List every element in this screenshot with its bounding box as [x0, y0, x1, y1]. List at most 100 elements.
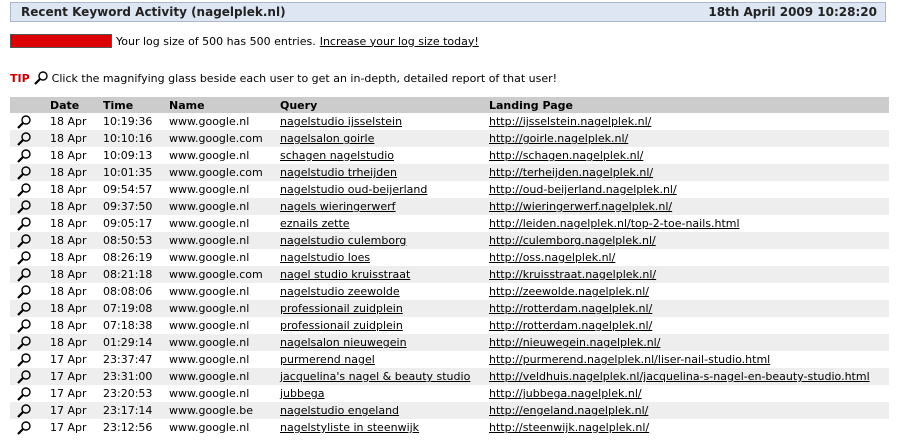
landing-page-link[interactable]: http://goirle.nagelplek.nl/ [489, 132, 628, 145]
magnifying-glass-icon[interactable] [16, 352, 32, 368]
table-row: 18 Apr 09:54:57 www.google.nl nagelstudio o… [10, 181, 889, 198]
query-link[interactable]: nagelstudio trheijden [280, 166, 397, 179]
row-date: 18 Apr [50, 130, 103, 147]
query-link[interactable]: nagelsalon goirle [280, 132, 374, 145]
query-link[interactable]: schagen nagelstudio [280, 149, 394, 162]
query-link[interactable]: nagelstudio engeland [280, 404, 399, 417]
magnifying-glass-icon[interactable] [16, 369, 32, 385]
magnifying-glass-icon[interactable] [16, 267, 32, 283]
row-query-cell: nagelsalon goirle [280, 130, 489, 147]
landing-page-link[interactable]: http://oss.nagelplek.nl/ [489, 251, 615, 264]
magnifying-glass-icon[interactable] [16, 182, 32, 198]
magnifying-glass-icon[interactable] [16, 114, 32, 130]
row-referrer: www.google.nl [169, 251, 250, 264]
magnifying-glass-icon[interactable] [16, 403, 32, 419]
row-landing-cell: http://ijsselstein.nagelplek.nl/ [489, 113, 889, 130]
row-landing-cell: http://rotterdam.nagelplek.nl/ [489, 300, 889, 317]
row-query-cell: purmerend nagel [280, 351, 489, 368]
row-query-cell: nagelstyliste in steenwijk [280, 419, 489, 436]
row-date: 18 Apr [50, 164, 103, 181]
row-date: 17 Apr [50, 387, 87, 400]
landing-page-link[interactable]: http://ijsselstein.nagelplek.nl/ [489, 115, 651, 128]
row-referrer: www.google.nl [169, 232, 280, 249]
row-time: 10:09:13 [103, 149, 153, 162]
query-link[interactable]: nagelstudio zeewolde [280, 285, 400, 298]
magnifying-glass-icon[interactable] [16, 284, 32, 300]
query-link[interactable]: nagelstyliste in steenwijk [280, 421, 419, 434]
row-detail-cell [10, 266, 50, 283]
query-link[interactable]: nagelstudio culemborg [280, 234, 406, 247]
row-date: 18 Apr [50, 183, 87, 196]
landing-page-link[interactable]: http://rotterdam.nagelplek.nl/ [489, 302, 652, 315]
landing-page-link[interactable]: http://rotterdam.nagelplek.nl/ [489, 319, 652, 332]
magnifying-glass-icon[interactable] [16, 216, 32, 232]
magnifying-glass-icon[interactable] [16, 420, 32, 436]
table-row: 18 Apr 10:10:16 www.google.com nagelsalon g… [10, 130, 889, 147]
tip-label: TIP [10, 71, 30, 85]
query-link[interactable]: purmerend nagel [280, 353, 375, 366]
landing-page-link[interactable]: http://culemborg.nagelplek.nl/ [489, 234, 656, 247]
row-time: 01:29:14 [103, 334, 169, 351]
magnifying-glass-icon[interactable] [16, 165, 32, 181]
row-referrer: www.google.nl [169, 368, 280, 385]
row-date: 17 Apr [50, 402, 103, 419]
row-query-cell: nagelstudio loes [280, 249, 489, 266]
row-referrer: www.google.nl [169, 334, 280, 351]
landing-page-link[interactable]: http://purmerend.nagelplek.nl/liser-nail… [489, 353, 770, 366]
landing-page-link[interactable]: http://kruisstraat.nagelplek.nl/ [489, 268, 656, 281]
query-link[interactable]: jacquelina's nagel & beauty studio [280, 370, 470, 383]
landing-page-link[interactable]: http://leiden.nagelplek.nl/top-2-toe-nai… [489, 217, 740, 230]
row-query-cell: nagelsalon nieuwegein [280, 334, 489, 351]
row-time: 08:50:53 [103, 232, 169, 249]
query-link[interactable]: professionail zuidplein [280, 319, 403, 332]
landing-page-link[interactable]: http://schagen.nagelplek.nl/ [489, 149, 643, 162]
landing-page-link[interactable]: http://steenwijk.nagelplek.nl/ [489, 421, 649, 434]
magnifying-glass-icon[interactable] [16, 301, 32, 317]
magnifying-glass-icon[interactable] [16, 131, 32, 147]
row-landing-cell: http://engeland.nagelplek.nl/ [489, 402, 889, 419]
query-link[interactable]: nagelsalon nieuwegein [280, 336, 407, 349]
row-time: 23:17:14 [103, 402, 169, 419]
row-referrer: www.google.nl [169, 183, 250, 196]
query-link[interactable]: nagelstudio ijsselstein [280, 115, 402, 128]
landing-page-link[interactable]: http://oud-beijerland.nagelplek.nl/ [489, 183, 677, 196]
landing-page-link[interactable]: http://wieringerwerf.nagelplek.nl/ [489, 200, 672, 213]
row-time: 23:20:53 [103, 387, 153, 400]
report-timestamp: 18th April 2009 10:28:20 [708, 5, 877, 19]
row-referrer: www.google.nl [169, 319, 250, 332]
landing-page-link[interactable]: http://terheijden.nagelplek.nl/ [489, 166, 653, 179]
increase-log-link[interactable]: Increase your log size today! [320, 35, 479, 48]
table-row: 17 Apr 23:12:56 www.google.nl nagelstyliste… [10, 419, 889, 436]
query-link[interactable]: nagels wieringerwerf [280, 200, 396, 213]
tip-text: Click the magnifying glass beside each u… [51, 71, 558, 85]
landing-page-link[interactable]: http://engeland.nagelplek.nl/ [489, 404, 648, 417]
magnifying-glass-icon[interactable] [16, 233, 32, 249]
query-link[interactable]: nagel studio kruisstraat [280, 268, 410, 281]
landing-page-link[interactable]: http://jubbega.nagelplek.nl/ [489, 387, 642, 400]
magnifying-glass-icon[interactable] [16, 386, 32, 402]
query-link[interactable]: eznails zette [280, 217, 350, 230]
row-query-cell: professionail zuidplein [280, 300, 489, 317]
magnifying-glass-icon[interactable] [16, 250, 32, 266]
magnifying-glass-icon[interactable] [16, 318, 32, 334]
row-detail-cell [10, 198, 50, 215]
row-referrer: www.google.nl [169, 421, 250, 434]
landing-page-link[interactable]: http://veldhuis.nagelplek.nl/jacquelina-… [489, 370, 870, 383]
row-time: 08:08:06 [103, 285, 153, 298]
query-link[interactable]: nagelstudio oud-beijerland [280, 183, 427, 196]
panel-header: Recent Keyword Activity (nagelplek.nl) 1… [10, 2, 886, 22]
row-query-cell: nagels wieringerwerf [280, 198, 489, 215]
row-landing-cell: http://zeewolde.nagelplek.nl/ [489, 283, 889, 300]
landing-page-link[interactable]: http://zeewolde.nagelplek.nl/ [489, 285, 649, 298]
magnifying-glass-icon[interactable] [16, 148, 32, 164]
table-header-row: Date Time Name Query Landing Page [10, 97, 889, 113]
magnifying-glass-icon[interactable] [16, 199, 32, 215]
landing-page-link[interactable]: http://nieuwegein.nagelplek.nl/ [489, 336, 660, 349]
query-link[interactable]: professionail zuidplein [280, 302, 403, 315]
table-row: 18 Apr 08:26:19 www.google.nl nagelstudio l… [10, 249, 889, 266]
tip-line: TIP Click the magnifying glass beside ea… [10, 70, 557, 86]
row-landing-cell: http://veldhuis.nagelplek.nl/jacquelina-… [489, 368, 889, 385]
magnifying-glass-icon[interactable] [16, 335, 32, 351]
query-link[interactable]: nagelstudio loes [280, 251, 370, 264]
query-link[interactable]: jubbega [280, 387, 324, 400]
